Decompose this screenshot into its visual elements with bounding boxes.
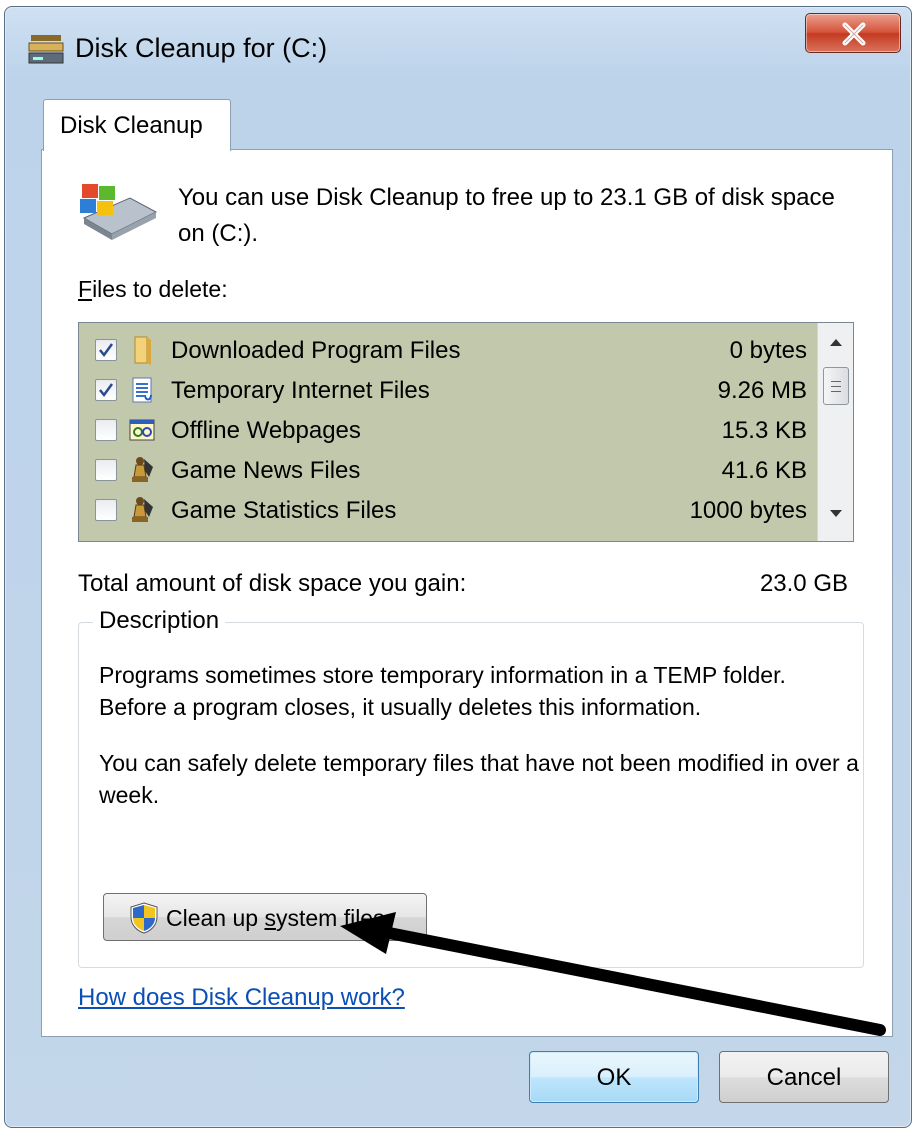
list-item[interactable]: Game News Files 41.6 KB (79, 451, 817, 491)
list-item-name: Downloaded Program Files (171, 337, 461, 364)
window-title: Disk Cleanup for (C:) (75, 33, 328, 63)
list-item-size: 0 bytes (729, 337, 807, 364)
description-paragraph-2: You can safely delete temporary files th… (99, 750, 859, 808)
folder-icon (127, 335, 157, 365)
list-item[interactable]: Downloaded Program Files 0 bytes (79, 331, 817, 371)
files-list-rows: Downloaded Program Files 0 bytes Temporary… (79, 331, 817, 531)
files-to-delete-label: Files to delete: (78, 276, 228, 302)
list-item-name: Game News Files (171, 457, 361, 484)
offline-webpages-icon (127, 415, 157, 445)
total-space-label: Total amount of disk space you gain: (78, 570, 467, 597)
checkbox[interactable] (95, 499, 117, 521)
cancel-button[interactable]: Cancel (719, 1051, 889, 1103)
description-legend: Description (93, 607, 226, 635)
description-group: Description Programs sometimes store tem… (78, 607, 864, 968)
list-item[interactable]: Game Statistics Files 1000 bytes (79, 491, 817, 531)
list-item-name: Temporary Internet Files (171, 377, 430, 404)
checkbox[interactable] (95, 419, 117, 441)
close-icon (842, 22, 866, 46)
list-item-size: 1000 bytes (689, 497, 807, 524)
files-list-scrollbar[interactable] (817, 323, 853, 541)
how-does-disk-cleanup-work-link[interactable]: How does Disk Cleanup work? (78, 984, 405, 1012)
clean-up-system-files-button[interactable]: Clean up system files (103, 893, 427, 941)
disk-cleanup-window: Disk Cleanup for (C:) Disk Cleanup You c… (4, 6, 912, 1128)
scroll-down-icon[interactable] (828, 509, 844, 519)
checkmark-icon (99, 383, 114, 398)
scroll-up-icon[interactable] (828, 337, 844, 347)
list-item-size: 9.26 MB (717, 377, 807, 404)
total-space-value: 23.0 GB (759, 570, 848, 597)
close-button[interactable] (805, 13, 901, 53)
list-item-size: 41.6 KB (721, 457, 807, 484)
disk-cleanup-icon (28, 35, 64, 64)
document-icon (127, 375, 157, 405)
files-list[interactable]: Downloaded Program Files 0 bytes Temporary… (78, 322, 854, 542)
title-bar[interactable]: Disk Cleanup for (C:) (5, 7, 911, 87)
description-paragraph-1: Programs sometimes store temporary infor… (99, 662, 786, 720)
checkmark-icon (99, 343, 114, 358)
checkbox[interactable] (95, 339, 117, 361)
ok-button[interactable]: OK (529, 1051, 699, 1103)
intro-text: You can use Disk Cleanup to free up to 2… (178, 184, 835, 247)
list-item-name: Game Statistics Files (171, 497, 397, 524)
checkbox[interactable] (95, 379, 117, 401)
chess-piece-icon (127, 495, 157, 525)
tab-disk-cleanup[interactable]: Disk Cleanup (43, 99, 231, 151)
tab-panel: You can use Disk Cleanup to free up to 2… (41, 149, 893, 1037)
list-item-size: 15.3 KB (721, 417, 807, 444)
list-item[interactable]: Offline Webpages 15.3 KB (79, 411, 817, 451)
list-item-name: Offline Webpages (171, 417, 361, 444)
drive-icon (80, 184, 158, 240)
scroll-thumb[interactable] (823, 367, 849, 405)
chess-piece-icon (127, 455, 157, 485)
list-item[interactable]: Temporary Internet Files 9.26 MB (79, 371, 817, 411)
uac-shield-icon (130, 902, 158, 934)
checkbox[interactable] (95, 459, 117, 481)
